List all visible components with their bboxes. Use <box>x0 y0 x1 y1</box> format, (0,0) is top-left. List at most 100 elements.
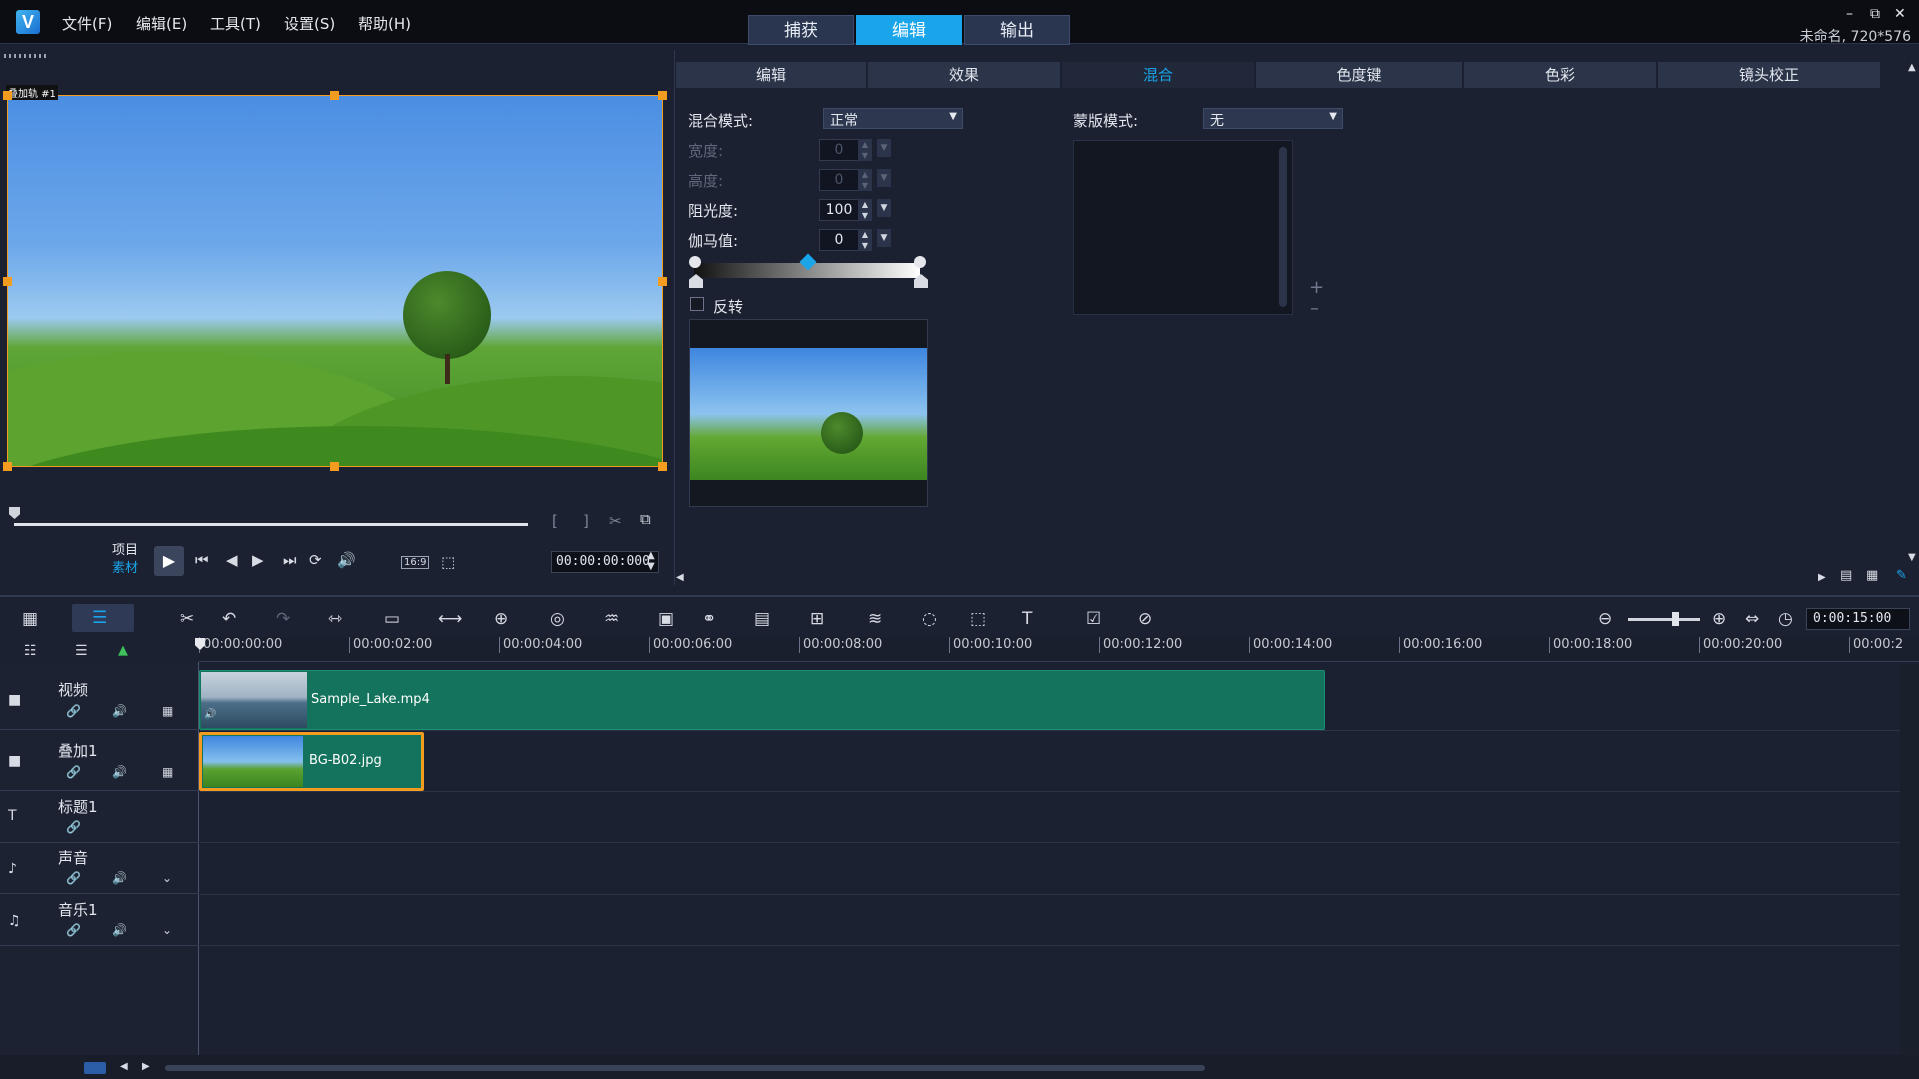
width-dropdown[interactable]: ▼ <box>877 139 891 157</box>
zoom-slider[interactable] <box>1628 618 1700 621</box>
change-area-icon[interactable]: ⬚ <box>441 553 455 571</box>
chevron-down-icon[interactable]: ⌄ <box>162 923 172 937</box>
paint-creator-icon[interactable]: ◎ <box>550 609 565 629</box>
resize-handle[interactable] <box>658 91 667 100</box>
crop-icon[interactable]: ⬚ <box>970 609 986 629</box>
minimize-button[interactable]: – <box>1846 6 1853 22</box>
height-spinner[interactable]: ▲ ▼ <box>858 169 872 191</box>
lane-title[interactable] <box>200 792 1900 843</box>
scroll-left-icon[interactable]: ◀ <box>676 572 684 583</box>
scroll-left-icon[interactable]: ◀ <box>120 1061 128 1072</box>
width-spinner[interactable]: ▲ ▼ <box>858 139 872 161</box>
split-screen-icon[interactable]: ⊘ <box>1138 609 1152 629</box>
project-label[interactable]: 项目 <box>112 542 138 560</box>
resize-handle[interactable] <box>3 277 12 286</box>
redo-icon[interactable]: ↷ <box>276 609 290 629</box>
split-view-icon[interactable]: ▦ <box>1866 568 1878 583</box>
horizontal-scrollbar[interactable] <box>165 1065 1205 1071</box>
repeat-icon[interactable]: ⟳ <box>309 551 322 569</box>
invert-checkbox[interactable] <box>690 297 704 311</box>
zoom-in-icon[interactable]: ⊕ <box>1712 609 1726 629</box>
volume-icon[interactable]: 🔊 <box>112 765 127 779</box>
resize-handle[interactable] <box>3 462 12 471</box>
storyboard-view-icon[interactable]: ▦ <box>22 609 38 629</box>
link-icon[interactable]: 🔗 <box>66 820 81 834</box>
panel-grip[interactable] <box>4 54 48 58</box>
3d-title-icon[interactable]: T <box>1022 609 1032 629</box>
motion-tracking-icon[interactable]: ⚭ <box>702 609 716 629</box>
resize-handle[interactable] <box>3 91 12 100</box>
mask-list-scrollbar[interactable] <box>1279 147 1287 307</box>
layout-icon[interactable]: ▤ <box>1840 568 1852 583</box>
subtitle-editor-icon[interactable]: ▤ <box>754 609 770 629</box>
scroll-down-icon[interactable]: ▼ <box>1908 552 1916 563</box>
resize-handle[interactable] <box>658 462 667 471</box>
timecode-display[interactable]: 00:00:00:000 <box>551 551 659 573</box>
time-remap-icon[interactable]: ≋ <box>868 609 882 629</box>
scrubber-bar[interactable] <box>14 523 528 526</box>
link-icon[interactable]: 🔗 <box>66 765 81 779</box>
tab-option-color[interactable]: 色彩 <box>1464 62 1656 88</box>
menu-settings[interactable]: 设置(S) <box>284 13 335 34</box>
volume-icon[interactable]: 🔊 <box>337 551 356 569</box>
blend-mode-dropdown[interactable]: 正常 ▼ <box>823 108 963 129</box>
mark-in-button[interactable]: [ <box>552 512 558 530</box>
video-clip[interactable]: 🔊 Sample_Lake.mp4 <box>199 670 1325 730</box>
resize-handle[interactable] <box>658 277 667 286</box>
previous-frame-icon[interactable]: ◀ <box>226 551 238 569</box>
overlay-clip[interactable]: BG-B02.jpg <box>199 732 424 791</box>
timeline-ruler[interactable] <box>199 637 1919 662</box>
tab-option-lens-correction[interactable]: 镜头校正 <box>1658 62 1880 88</box>
split-icon[interactable]: ⟷ <box>438 609 462 629</box>
track-manager-icon[interactable]: ☷ <box>24 643 37 659</box>
gamma-field[interactable]: 0 <box>819 229 859 251</box>
add-mask-button[interactable]: + <box>1309 277 1324 298</box>
menu-tools[interactable]: 工具(T) <box>210 13 261 34</box>
scissors-icon[interactable]: ✂ <box>609 512 622 530</box>
tab-capture[interactable]: 捕获 <box>748 15 854 45</box>
chapter-icon[interactable]: ☰ <box>75 643 88 659</box>
track-header-video[interactable]: ■ 视频 🔗 🔊 ▦ <box>0 670 199 730</box>
resize-handle[interactable] <box>330 91 339 100</box>
end-icon[interactable]: ⏭ <box>283 551 297 569</box>
link-icon[interactable]: 🔗 <box>66 871 81 885</box>
fit-project-icon[interactable]: ⇔ <box>1745 609 1759 629</box>
lane-voice[interactable] <box>200 843 1900 895</box>
scroll-up-icon[interactable]: ▲ <box>1908 62 1916 73</box>
clip-label[interactable]: 素材 <box>112 560 138 578</box>
undo-icon[interactable]: ↶ <box>222 609 236 629</box>
track-header-overlay[interactable]: ■ 叠加1 🔗 🔊 ▦ <box>0 731 199 791</box>
edit-layout-icon[interactable]: ✎ <box>1896 568 1907 583</box>
lane-music[interactable] <box>200 895 1900 946</box>
opacity-field[interactable]: 100 <box>819 199 859 221</box>
play-button[interactable]: ▶ <box>154 546 184 576</box>
next-frame-icon[interactable]: ▶ <box>252 551 264 569</box>
multi-trim-icon[interactable]: ⊞ <box>810 609 824 629</box>
enlarge-preview-icon[interactable]: ⧉ <box>640 510 651 528</box>
tab-share[interactable]: 输出 <box>964 15 1070 45</box>
check-icon[interactable]: ☑ <box>1086 609 1101 629</box>
gradient-right-handle[interactable] <box>914 256 926 268</box>
link-icon[interactable]: 🔗 <box>66 704 81 718</box>
track-header-title[interactable]: T 标题1 🔗 <box>0 792 199 843</box>
tab-option-blend[interactable]: 混合 <box>1062 62 1254 88</box>
multi-camera-icon[interactable]: ▣ <box>658 609 674 629</box>
project-clip-switch[interactable]: 项目 素材 <box>112 542 138 578</box>
mark-out-button[interactable]: ] <box>583 512 589 530</box>
timeline-view-button[interactable]: ☰ <box>72 604 134 632</box>
vertical-scrollbar[interactable] <box>1900 665 1919 1055</box>
track-header-voice[interactable]: ♪ 声音 🔗 🔊 ⌄ <box>0 843 199 894</box>
volume-icon[interactable]: 🔊 <box>112 871 127 885</box>
timecode-spinner[interactable]: ▲ ▼ <box>647 550 655 572</box>
opacity-dropdown[interactable]: ▼ <box>877 199 891 217</box>
mask-creator-icon[interactable]: ⊕ <box>494 609 508 629</box>
gamma-dropdown[interactable]: ▼ <box>877 229 891 247</box>
link-icon[interactable]: 🔗 <box>66 923 81 937</box>
grid-icon[interactable]: ▦ <box>162 765 173 779</box>
record-screen-icon[interactable]: ▭ <box>384 609 400 629</box>
menu-help[interactable]: 帮助(H) <box>358 13 411 34</box>
home-icon[interactable]: ⏮ <box>195 551 209 569</box>
aspect-ratio-button[interactable]: 16:9 <box>401 556 430 569</box>
scrubber-handle[interactable] <box>9 507 20 519</box>
gamma-spinner[interactable]: ▲ ▼ <box>858 229 872 251</box>
